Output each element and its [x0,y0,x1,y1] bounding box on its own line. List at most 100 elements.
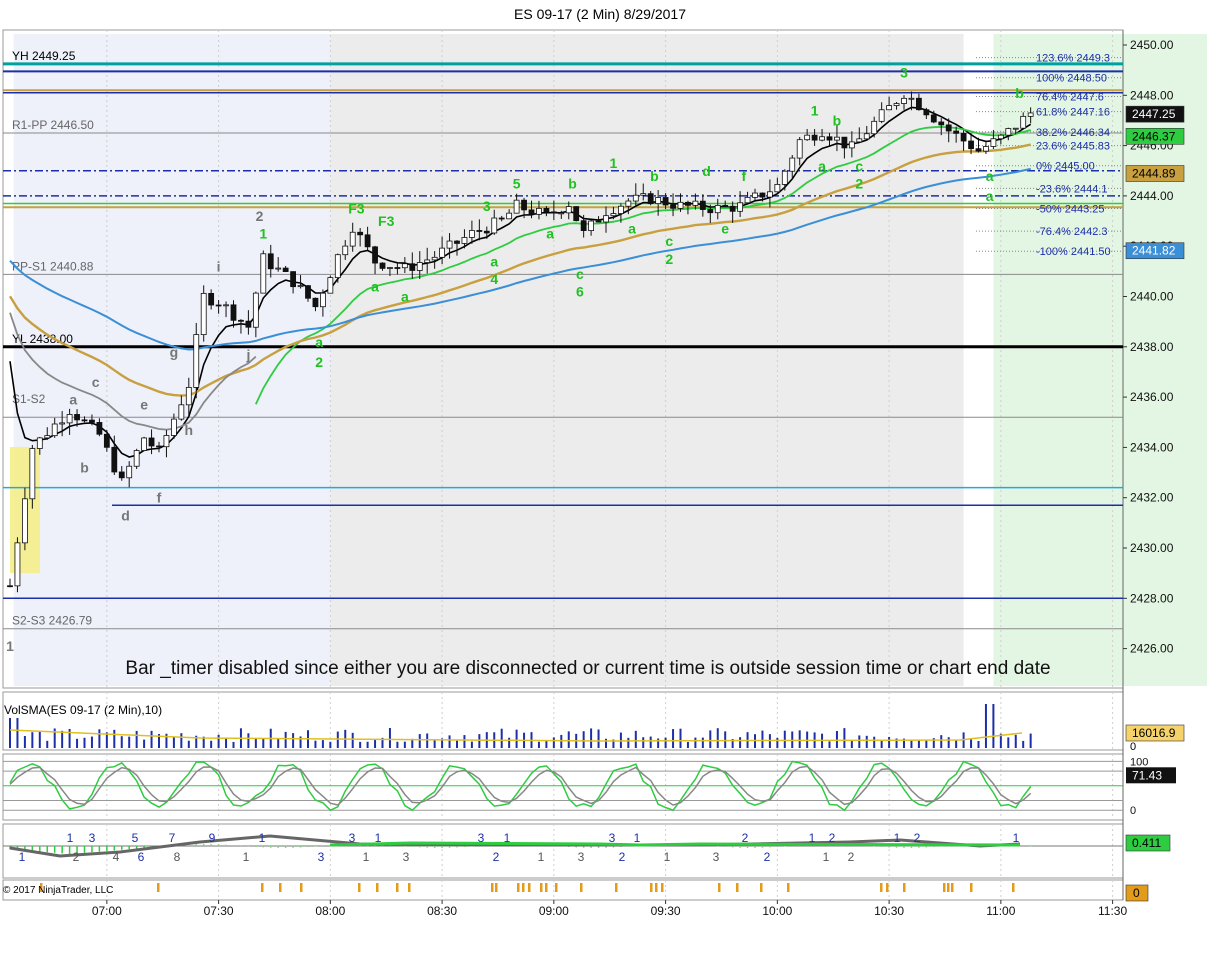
candle-body [878,109,885,122]
wave-label: c [855,158,863,174]
candle-body [848,141,855,149]
candle-body [677,201,684,209]
pivot-label: R1-PP 2446.50 [12,118,94,132]
pivot-label: PP-S1 2440.88 [12,259,94,273]
wave-label: 5 [513,175,521,191]
candle-body [7,585,13,588]
wave-label: e [140,397,148,413]
candle-body [618,205,624,214]
candle-body [871,120,878,135]
y-tick-label: 2438.00 [1130,340,1174,354]
macd-count-blue: 3 [478,831,485,845]
candle-body [409,263,416,271]
wave-label: a [628,221,636,237]
candle-body [364,234,371,248]
wave-label: 1 [259,226,267,242]
macd-count-blue: 1 [809,831,816,845]
candle-body [416,262,423,271]
signal-tick [408,883,411,892]
x-tick-label: 11:30 [1098,904,1127,918]
session-shade-midday-gray [330,34,964,686]
wave-label: b [568,175,577,191]
candle-body [647,193,654,205]
candle-body [14,542,21,587]
candle-body [625,200,632,207]
wave-label: 2 [315,354,323,370]
candle-body [908,97,915,100]
candle-body [230,304,237,321]
candle-body [118,471,125,479]
macd-count-gray: 1 [823,850,830,864]
stoch-tick-label: 100 [1130,756,1148,768]
wave-label: 4 [490,271,498,287]
candle-body [781,170,788,185]
signal-tick [545,883,548,892]
candle-body [491,217,498,234]
macd-count-blue: 9 [209,831,216,845]
wave-label: 3 [900,65,908,81]
y-tick-label: 2434.00 [1130,440,1174,454]
wave-label: c [665,233,673,249]
candle-body [655,197,662,205]
candle-body [565,206,572,214]
candle-body [275,267,282,270]
candle-body [454,240,460,244]
candle-body [349,231,356,247]
candle-body [431,256,438,261]
wave-label: c [92,374,100,390]
volume-zero-label: 0 [1130,741,1136,753]
macd-count-blue: 1 [504,831,511,845]
candle-body [305,285,311,299]
signal-tick [886,883,889,892]
candle-body [774,184,781,193]
macd-badge-label: 0.411 [1132,836,1161,850]
wave-label: e [721,221,729,237]
macd-count-blue: 3 [609,831,616,845]
chart-svg[interactable]: YH 2449.25R1-PP 2446.50PP-S1 2440.88YL 2… [0,0,1207,952]
y-tick-label: 2444.00 [1130,189,1174,203]
wave-label: b [1015,85,1024,101]
candle-body [36,437,43,449]
wave-label: j [245,346,250,362]
volume-panel-title: VolSMA(ES 09-17 (2 Min),10) [4,703,162,717]
candle-body [111,446,118,473]
y-tick-label: 2430.00 [1130,541,1174,555]
macd-count-gray: 2 [73,850,80,864]
wave-label: 2 [256,208,264,224]
x-tick-label: 07:30 [204,904,234,918]
candle-body [804,134,811,141]
macd-count-blue: 1 [894,831,901,845]
fib-label: 38.2% 2446.34 [1036,127,1110,139]
candle-body [215,304,222,307]
candle-body [387,267,393,269]
candle-body [200,292,207,336]
candle-body [893,103,900,106]
fib-label: -23.6% 2444.1 [1036,183,1108,195]
candle-body [685,201,691,206]
signal-tick [522,883,525,892]
fib-label: 100% 2448.50 [1036,73,1107,85]
candle-body [245,320,252,328]
wave-label: a [371,278,379,294]
signal-tick [491,883,494,892]
candle-body [573,206,580,222]
macd-count-blue: 1 [634,831,641,845]
candle-body [767,191,773,198]
candle-body [282,267,289,272]
macd-count-gray: 1 [19,850,26,864]
x-tick-label: 08:00 [315,904,345,918]
candle-body [141,437,148,451]
candle-body [916,97,922,111]
macd-count-blue: 3 [89,831,96,845]
signal-tick [279,883,282,892]
candle-body [193,334,200,388]
signal-tick [528,883,531,892]
candle-body [558,212,565,215]
candle-body [260,253,267,294]
signal-tick [787,883,790,892]
macd-count-gray: 1 [243,850,250,864]
macd-count-blue: 7 [169,831,176,845]
candle-body [170,418,177,436]
macd-count-gray: 3 [713,850,720,864]
wave-label: c [576,266,584,282]
